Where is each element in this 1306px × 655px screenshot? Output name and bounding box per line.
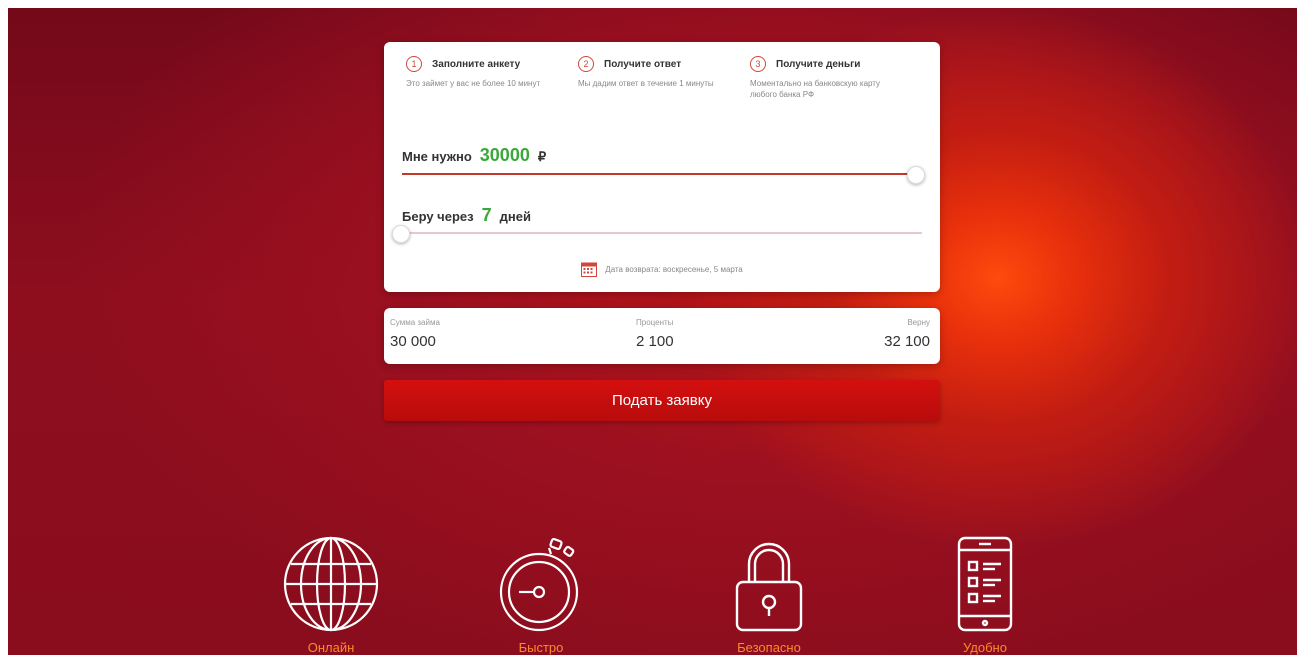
feature-fast: Быстро bbox=[486, 534, 596, 655]
step-description: Это займет у вас не более 10 минут bbox=[406, 79, 541, 88]
total-value: 32 100 bbox=[884, 333, 930, 350]
loan-amount-value: 30 000 bbox=[390, 333, 436, 350]
feature-convenient: Удобно bbox=[930, 534, 1040, 655]
term-slider-handle[interactable] bbox=[392, 225, 410, 243]
loan-calculator-card: 1 Заполните анкету Это займет у вас не б… bbox=[384, 42, 940, 292]
amount-row: Мне нужно 30000 ₽ bbox=[402, 145, 546, 166]
step-number-badge: 2 bbox=[578, 56, 594, 72]
step-title: Получите деньги bbox=[776, 58, 861, 70]
step-description: Моментально на банковскую карту любого б… bbox=[750, 79, 881, 99]
feature-label: Быстро bbox=[518, 640, 564, 655]
step-description: Мы дадим ответ в течение 1 минуты bbox=[578, 79, 714, 88]
feature-secure: Безопасно bbox=[714, 534, 824, 655]
interest-value: 2 100 bbox=[636, 333, 674, 350]
step-number-badge: 3 bbox=[750, 56, 766, 72]
amount-label: Мне нужно bbox=[402, 149, 472, 164]
loan-amount-summary: Сумма займа 30 000 bbox=[390, 318, 440, 350]
step-item: 1 Заполните анкету Это займет у вас не б… bbox=[406, 56, 578, 100]
amount-slider-track[interactable] bbox=[402, 173, 922, 175]
globe-icon bbox=[283, 536, 379, 632]
submit-application-button[interactable]: Подать заявку bbox=[384, 380, 940, 421]
term-value: 7 bbox=[481, 205, 492, 225]
steps-list: 1 Заполните анкету Это займет у вас не б… bbox=[406, 56, 926, 100]
currency-sign: ₽ bbox=[537, 149, 547, 164]
feature-online: Онлайн bbox=[276, 534, 386, 655]
amount-slider-handle[interactable] bbox=[907, 166, 925, 184]
calendar-icon bbox=[581, 262, 598, 277]
step-item: 2 Получите ответ Мы дадим ответ в течени… bbox=[578, 56, 750, 100]
step-title: Заполните анкету bbox=[432, 58, 521, 70]
loan-summary-card: Сумма займа 30 000 Проценты 2 100 Верну … bbox=[384, 308, 940, 364]
feature-label: Онлайн bbox=[307, 640, 355, 655]
amount-value: 30000 bbox=[479, 145, 530, 165]
interest-label: Проценты bbox=[636, 318, 674, 327]
return-date-text: Дата возврата: воскресенье, 5 марта bbox=[605, 264, 743, 274]
loan-amount-label: Сумма займа bbox=[390, 318, 440, 327]
total-label: Верну bbox=[907, 318, 930, 327]
total-summary: Верну 32 100 bbox=[884, 318, 930, 350]
step-number-badge: 1 bbox=[406, 56, 422, 72]
feature-label: Удобно bbox=[963, 640, 1007, 655]
page-background: 1 Заполните анкету Это займет у вас не б… bbox=[8, 8, 1297, 655]
term-row: Беру через 7 дней bbox=[402, 205, 531, 226]
feature-label: Безопасно bbox=[737, 640, 801, 655]
term-unit: дней bbox=[499, 209, 531, 224]
padlock-icon bbox=[735, 542, 803, 632]
step-item: 3 Получите деньги Моментально на банковс… bbox=[750, 56, 922, 100]
step-title: Получите ответ bbox=[604, 58, 682, 70]
term-label: Беру через bbox=[402, 209, 474, 224]
interest-summary: Проценты 2 100 bbox=[636, 318, 674, 350]
smartphone-icon bbox=[957, 536, 1013, 632]
return-date-line: Дата возврата: воскресенье, 5 марта bbox=[384, 261, 940, 277]
amount-slider-fill bbox=[402, 173, 922, 175]
stopwatch-icon bbox=[499, 537, 579, 632]
term-slider-track[interactable] bbox=[402, 232, 922, 234]
